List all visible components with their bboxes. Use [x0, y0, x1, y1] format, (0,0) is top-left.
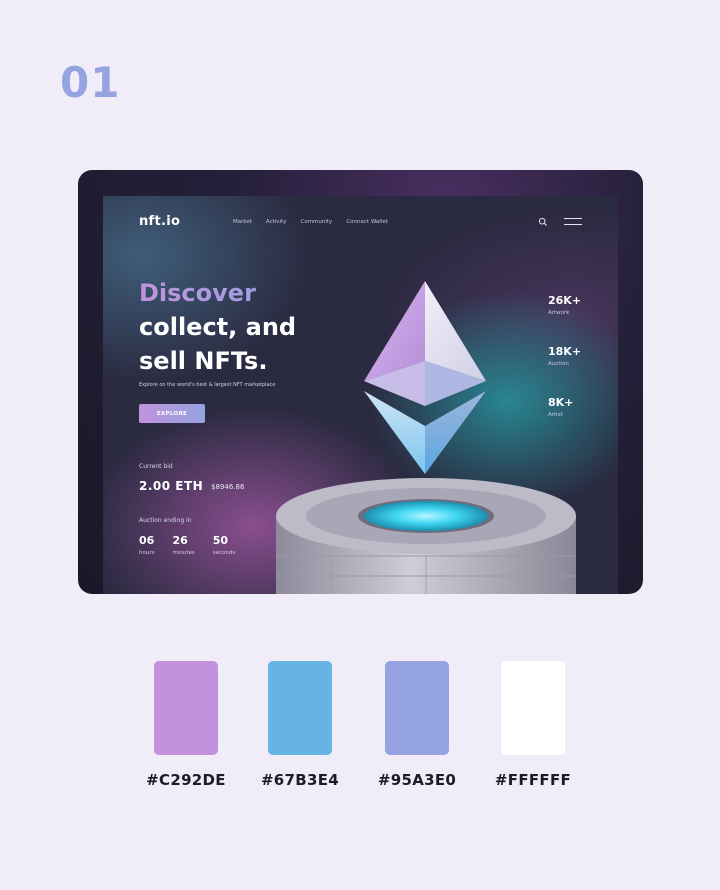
stat-value: 18K+: [548, 345, 582, 358]
countdown-unit: hours: [139, 550, 155, 556]
hamburger-menu-icon[interactable]: [564, 218, 582, 226]
device-frame: nft.io Market Activity Community Connect…: [78, 170, 643, 594]
palette-hex-label: #95A3E0: [377, 771, 457, 789]
nav-link-market[interactable]: Market: [233, 219, 252, 225]
countdown-unit: seconds: [212, 550, 236, 556]
current-bid-usd: $8946.86: [211, 483, 245, 491]
stat-label: Artist: [548, 412, 563, 418]
website-preview: nft.io Market Activity Community Connect…: [103, 196, 618, 594]
stats-column: 26K+ Artwork 18K+ Auction 8K+ Artist: [548, 294, 581, 447]
stat-label: Auction: [548, 361, 569, 367]
countdown-value: 50: [212, 534, 229, 547]
palette-swatch-white: [501, 661, 565, 755]
stat-label: Artwork: [548, 310, 570, 316]
explore-button[interactable]: EXPLORE: [139, 404, 205, 423]
stat-auction: 18K+ Auction: [548, 345, 581, 396]
palette-swatch-periwinkle: [385, 661, 449, 755]
ethereum-crystal-illustration: [364, 281, 486, 474]
hero-title-highlight: Discover: [139, 276, 296, 310]
current-bid-label: Current bid: [139, 463, 173, 470]
palette-swatch-purple: [154, 661, 218, 755]
stat-value: 8K+: [548, 396, 574, 409]
palette-hex-label: #C292DE: [146, 771, 226, 789]
hero-title-line-2: collect, and: [139, 313, 297, 341]
pedestal-illustration: [276, 478, 576, 594]
hero-title: Discover collect, and sell NFTs.: [139, 276, 296, 378]
palette-hex-label: #67B3E4: [260, 771, 340, 789]
stat-artwork: 26K+ Artwork: [548, 294, 581, 345]
nav-link-community[interactable]: Community: [300, 219, 332, 225]
auction-countdown: 06 hours 26 minutes 50 seconds: [139, 534, 235, 556]
stat-value: 26K+: [548, 294, 582, 307]
palette-hex-label: #FFFFFF: [494, 771, 572, 789]
auction-ending-label: Auction ending in: [139, 517, 192, 524]
nav-link-connect-wallet[interactable]: Connect Wallet: [346, 219, 388, 225]
main-nav: Market Activity Community Connect Wallet: [233, 219, 388, 225]
countdown-unit: minutes: [172, 550, 195, 556]
countdown-value: 26: [172, 534, 188, 547]
countdown-hours: 06 hours: [139, 534, 154, 556]
countdown-seconds: 50 seconds: [213, 534, 235, 556]
site-logo[interactable]: nft.io: [139, 214, 180, 229]
search-icon[interactable]: [538, 217, 548, 227]
nav-link-activity[interactable]: Activity: [266, 219, 287, 225]
stat-artist: 8K+ Artist: [548, 396, 581, 447]
palette-swatch-blue: [268, 661, 332, 755]
current-bid-eth: 2.00 ETH: [139, 479, 204, 493]
countdown-value: 06: [139, 534, 155, 547]
countdown-minutes: 26 minutes: [172, 534, 194, 556]
step-number: 01: [60, 58, 121, 107]
hero-subtitle: Explore on the world's best & largest NF…: [139, 382, 276, 388]
hero-title-line-3: sell NFTs.: [139, 347, 268, 375]
